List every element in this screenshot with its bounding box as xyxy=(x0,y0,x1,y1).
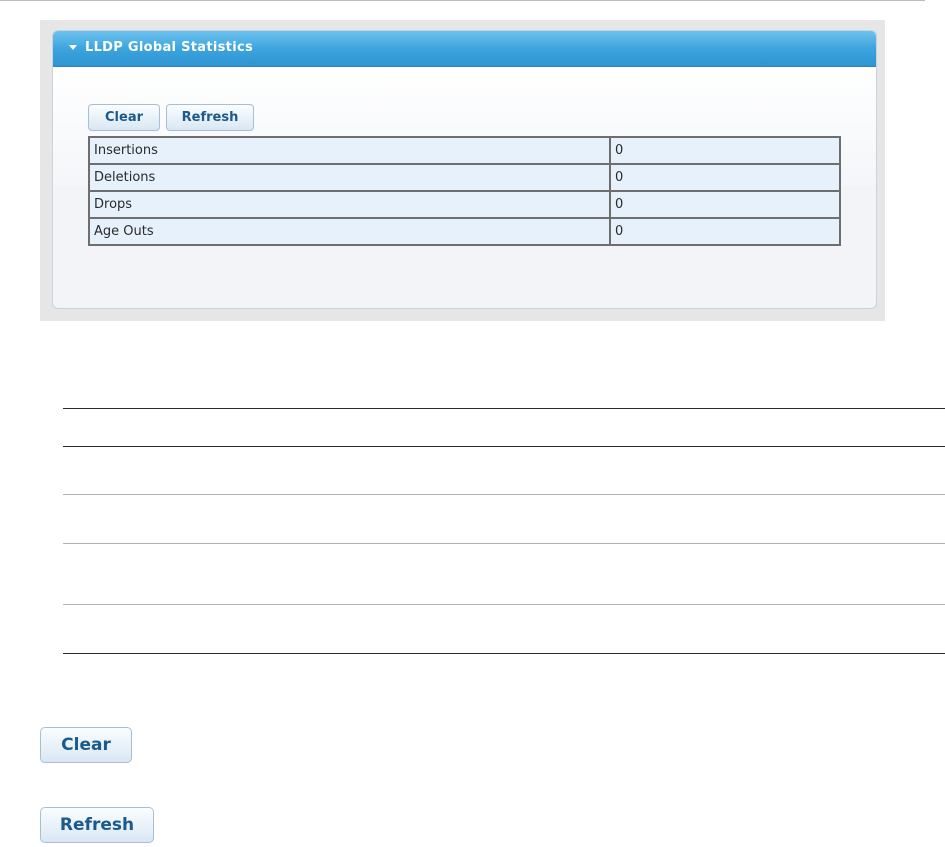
table-rule-top xyxy=(63,408,945,409)
statistics-table: Insertions 0 Deletions 0 Drops 0 Age Out… xyxy=(88,136,841,246)
table-row: Age Outs 0 xyxy=(88,217,841,246)
stat-name: Age Outs xyxy=(88,217,611,246)
clear-button-legend[interactable]: Clear xyxy=(40,727,132,763)
panel-title: LLDP Global Statistics xyxy=(85,40,254,55)
stat-value: 0 xyxy=(609,190,841,219)
table-rule-bottom xyxy=(63,653,945,654)
caret-down-icon[interactable] xyxy=(69,45,77,50)
top-divider xyxy=(0,0,925,1)
refresh-button[interactable]: Refresh xyxy=(166,104,254,131)
table-row: Insertions 0 xyxy=(88,136,841,165)
stat-value: 0 xyxy=(609,163,841,192)
stat-value: 0 xyxy=(609,136,841,165)
table-rule-row xyxy=(63,543,945,544)
panel-header[interactable]: LLDP Global Statistics xyxy=(53,31,876,67)
lldp-global-statistics-panel: LLDP Global Statistics Clear Refresh Ins… xyxy=(52,30,877,309)
stat-value: 0 xyxy=(609,217,841,246)
table-rule-row xyxy=(63,494,945,495)
refresh-button-legend[interactable]: Refresh xyxy=(40,807,154,843)
table-rule-row xyxy=(63,604,945,605)
stat-name: Drops xyxy=(88,190,611,219)
clear-button[interactable]: Clear xyxy=(88,104,160,131)
table-row: Deletions 0 xyxy=(88,163,841,192)
stat-name: Deletions xyxy=(88,163,611,192)
table-row: Drops 0 xyxy=(88,190,841,219)
table-rule-header xyxy=(63,446,945,447)
screenshot-frame: LLDP Global Statistics Clear Refresh Ins… xyxy=(40,20,885,321)
stat-name: Insertions xyxy=(88,136,611,165)
